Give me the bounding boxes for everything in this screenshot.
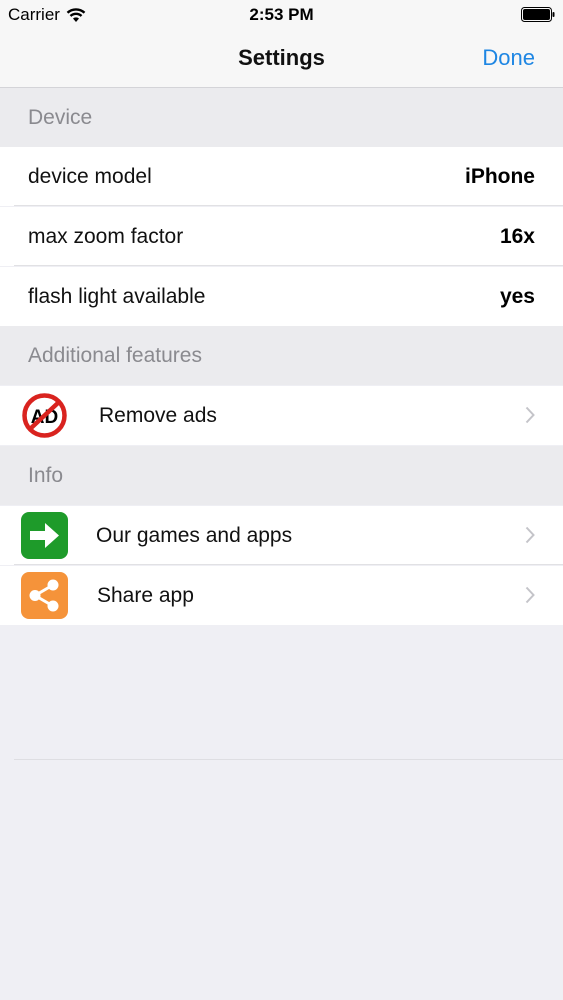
status-time: 2:53 PM [249,5,314,24]
row-value: yes [499,285,535,308]
row-flash-light: flash light available yes [0,267,563,326]
arrow-right-icon [21,512,68,559]
row-label: max zoom factor [28,225,184,248]
no-ads-icon: AD [22,393,67,438]
row-value: 16x [499,225,535,248]
section-header-additional: Additional features [0,326,563,385]
battery-icon [521,7,555,22]
row-label: Share app [97,584,194,607]
row-separator [14,564,563,565]
row-device-model: device model iPhone [0,147,563,206]
row-remove-ads[interactable]: AD Remove ads [0,386,563,445]
section-header-info: Info [0,446,563,505]
row-separator [14,265,563,266]
row-label: Our games and apps [96,524,293,547]
row-label: device model [28,165,152,188]
navigation-bar: Settings Done [0,30,563,88]
section-header-device: Device [0,88,563,147]
row-share-app[interactable]: Share app [0,566,563,625]
row-label: Remove ads [99,404,217,427]
status-bar: Carrier 2:53 PM [0,0,563,30]
row-value: iPhone [464,165,535,188]
share-icon [21,572,68,619]
row-max-zoom-factor: max zoom factor 16x [0,207,563,266]
row-separator [14,205,563,206]
page-title: Settings [238,45,325,70]
chevron-right-icon [525,406,535,424]
divider [14,759,563,760]
done-button[interactable]: Done [482,45,535,71]
row-our-games-and-apps[interactable]: Our games and apps [0,506,563,565]
chevron-right-icon [525,526,535,544]
row-label: flash light available [28,285,206,308]
chevron-right-icon [525,586,535,604]
